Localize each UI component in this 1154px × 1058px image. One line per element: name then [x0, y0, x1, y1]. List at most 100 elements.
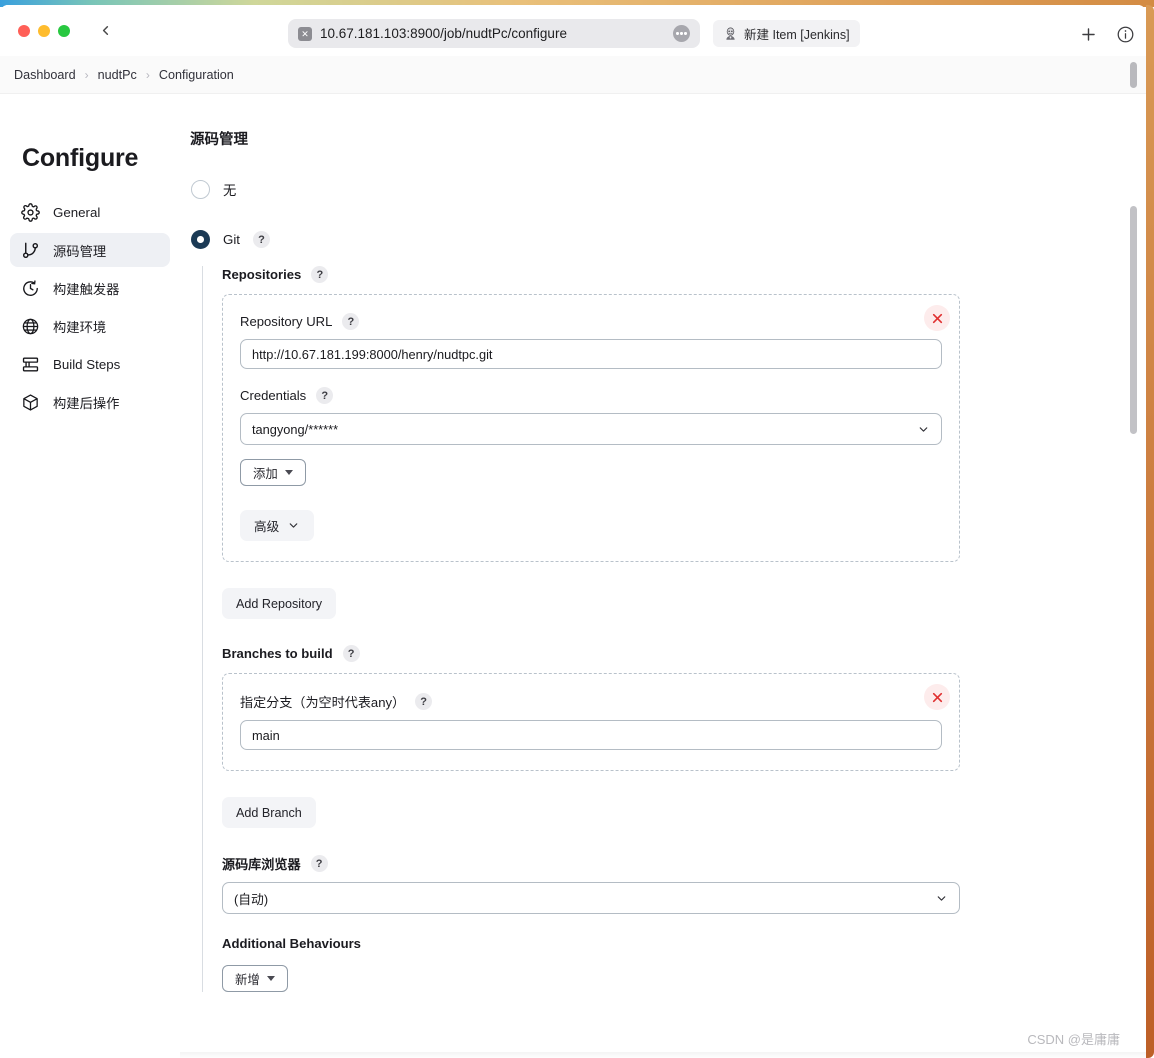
breadcrumb-item-configuration: Configuration	[158, 67, 234, 82]
scm-form: 源码管理 无 Git ? Repositories ? Repository U…	[180, 94, 960, 1058]
repo-browser-select[interactable]: (自动)	[222, 882, 960, 914]
maximize-window-button[interactable]	[58, 24, 70, 37]
scm-option-none[interactable]: 无	[180, 180, 960, 199]
add-repository-label: Add Repository	[236, 596, 323, 611]
minimize-window-button[interactable]	[38, 24, 50, 37]
breadcrumb-item-dashboard[interactable]: Dashboard	[14, 68, 76, 82]
breadcrumb-scrollbar-thumb[interactable]	[1130, 62, 1137, 88]
add-branch-button[interactable]: Add Branch	[222, 797, 316, 828]
sidebar-item-source-code-management[interactable]: 源码管理	[10, 233, 170, 267]
branch-spec-label: 指定分支（为空时代表any）	[240, 695, 406, 710]
breadcrumb-item-nudtpc[interactable]: nudtPc	[98, 68, 137, 82]
repo-browser-label: 源码库浏览器	[222, 857, 301, 872]
jenkins-butler-icon	[726, 27, 735, 40]
help-icon-branch-spec[interactable]: ?	[415, 693, 433, 710]
sidebar-item-post-build-actions[interactable]: 构建后操作	[10, 385, 170, 419]
globe-icon	[22, 318, 39, 334]
branches-label: Branches to build	[222, 646, 333, 661]
repositories-label: Repositories	[222, 267, 302, 282]
info-circle-icon[interactable]	[1113, 22, 1137, 46]
add-behaviour-button[interactable]: 新增	[222, 965, 288, 992]
screen-root: ✕ 10.67.181.103:8900/job/nudtPc/configur…	[0, 0, 1154, 1058]
address-bar[interactable]: ✕ 10.67.181.103:8900/job/nudtPc/configur…	[288, 19, 700, 48]
credentials-value: tangyong/******	[252, 421, 339, 437]
additional-behaviours-label-row: Additional Behaviours	[222, 936, 960, 951]
chevron-down-icon	[919, 426, 928, 432]
browser-titlebar: ✕ 10.67.181.103:8900/job/nudtPc/configur…	[0, 5, 1146, 56]
git-section-body: Repositories ? Repository URL ? http://1…	[202, 266, 960, 992]
add-credentials-label: 添加	[253, 466, 278, 481]
add-behaviour-label: 新增	[235, 972, 260, 987]
section-title: 源码管理	[190, 132, 248, 148]
page-scrollbar-thumb[interactable]	[1130, 206, 1137, 434]
plus-icon[interactable]	[1076, 22, 1100, 46]
window-traffic-lights	[18, 24, 70, 37]
caret-down-icon	[266, 976, 275, 981]
sidebar-item-label: Build Steps	[53, 356, 121, 372]
chevron-down-icon	[289, 523, 298, 528]
breadcrumb-separator: ›	[84, 67, 89, 82]
clock-icon	[23, 279, 38, 296]
remove-repository-icon[interactable]	[924, 305, 950, 331]
help-icon-repository-url[interactable]: ?	[342, 313, 360, 330]
credentials-select[interactable]: tangyong/******	[240, 413, 942, 445]
caret-down-icon	[284, 470, 293, 475]
sidebar-item-general[interactable]: General	[10, 195, 170, 229]
sidebar-item-build-steps[interactable]: Build Steps	[10, 347, 170, 381]
page-content: Dashboard › nudtPc › Configuration Confi…	[0, 56, 1146, 1058]
browser-window: ✕ 10.67.181.103:8900/job/nudtPc/configur…	[0, 5, 1146, 1058]
sidebar-item-label: 构建环境	[53, 319, 107, 335]
sidebar-item-build-environment[interactable]: 构建环境	[10, 309, 170, 343]
sidebar-nav: General 源码管理 构建触发器 构建环境 Build Steps 构建后操…	[0, 195, 180, 419]
browser-tab[interactable]: 新建 Item [Jenkins]	[713, 20, 860, 47]
breadcrumb-separator: ›	[145, 67, 150, 82]
branch-spec-input[interactable]: main	[240, 720, 942, 750]
back-button[interactable]	[92, 18, 118, 44]
radio-git[interactable]	[191, 230, 210, 249]
remove-branch-icon[interactable]	[924, 684, 950, 710]
help-icon-repo-browser[interactable]: ?	[310, 855, 328, 872]
repository-url-label: Repository URL	[240, 314, 333, 329]
radio-git-label: Git	[223, 232, 240, 247]
sidebar-item-label: 构建触发器	[53, 281, 120, 297]
url-text: 10.67.181.103:8900/job/nudtPc/configure	[320, 26, 567, 41]
more-options-icon[interactable]	[673, 25, 690, 42]
list-steps-icon	[22, 356, 39, 372]
scm-option-git[interactable]: Git ?	[180, 230, 960, 249]
package-box-icon	[23, 393, 38, 411]
sidebar-item-label: 源码管理	[53, 243, 107, 259]
advanced-label: 高级	[254, 520, 280, 534]
branch-spec-label-row: 指定分支（为空时代表any） ?	[240, 692, 942, 711]
git-branch-icon	[22, 242, 39, 258]
help-icon-repositories[interactable]: ?	[311, 266, 329, 283]
sidebar-item-label: 构建后操作	[53, 395, 120, 411]
chevron-down-icon	[937, 895, 946, 901]
sidebar-item-label: General	[53, 204, 101, 220]
additional-behaviours-label: Additional Behaviours	[222, 936, 361, 951]
radio-none[interactable]	[191, 180, 210, 199]
branches-label-row: Branches to build ?	[222, 645, 960, 662]
watermark: CSDN @是庸庸	[1027, 1032, 1120, 1047]
close-window-button[interactable]	[18, 24, 30, 37]
add-credentials-button[interactable]: 添加	[240, 459, 306, 486]
repositories-label-row: Repositories ?	[222, 266, 960, 283]
background-window-right-strip	[1146, 5, 1154, 1058]
credentials-label: Credentials	[240, 388, 307, 403]
tab-title: 新建 Item [Jenkins]	[744, 28, 850, 42]
help-icon-git[interactable]: ?	[253, 231, 270, 248]
help-icon-branches[interactable]: ?	[342, 645, 360, 662]
help-icon-credentials[interactable]: ?	[316, 387, 334, 404]
branch-entry: 指定分支（为空时代表any） ? main	[222, 673, 960, 771]
blocked-shield-icon: ✕	[298, 26, 312, 41]
repo-browser-value: (自动)	[234, 891, 269, 907]
repository-url-input[interactable]: http://10.67.181.199:8000/henry/nudtpc.g…	[240, 339, 942, 369]
credentials-label-row: Credentials ?	[240, 387, 942, 404]
add-repository-button[interactable]: Add Repository	[222, 588, 337, 619]
sidebar-item-build-triggers[interactable]: 构建触发器	[10, 271, 170, 305]
gear-icon	[21, 202, 40, 222]
advanced-toggle-button[interactable]: 高级	[240, 510, 315, 541]
repository-entry: Repository URL ? http://10.67.181.199:80…	[222, 294, 960, 562]
page-title: Configure	[22, 144, 139, 172]
breadcrumb: Dashboard › nudtPc › Configuration	[0, 56, 1146, 94]
configure-sidebar: Configure General 源码管理 构建触发器 构建环境 Build …	[0, 94, 180, 1058]
